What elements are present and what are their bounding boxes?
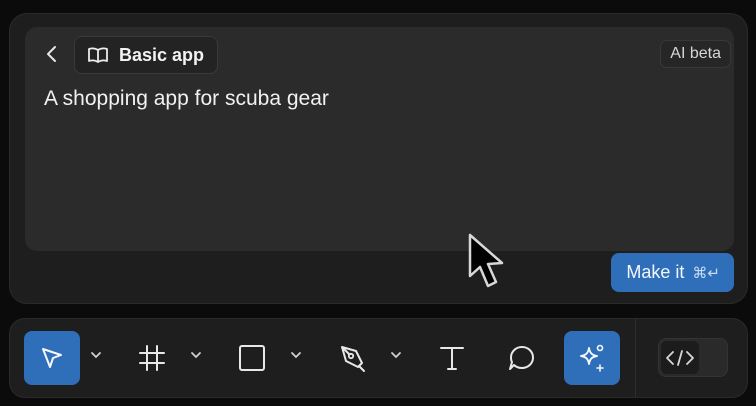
toggle-knob [661, 341, 699, 374]
frame-hash-icon [137, 343, 167, 373]
mode-selector-button[interactable]: Basic app [74, 36, 219, 74]
frame-tool-button[interactable] [124, 331, 180, 385]
chevron-down-icon [390, 351, 402, 359]
mode-label: Basic app [119, 44, 205, 65]
ai-beta-badge: AI beta [660, 40, 731, 68]
rectangle-tool-button[interactable] [224, 331, 280, 385]
frame-tool-dropdown[interactable] [190, 349, 202, 361]
move-tool-dropdown[interactable] [90, 349, 102, 361]
move-tool-button[interactable] [24, 331, 80, 385]
cursor-arrow-icon [38, 344, 66, 372]
sparkle-icon [576, 342, 608, 374]
back-button[interactable] [38, 40, 66, 68]
ai-actions-button[interactable] [564, 331, 620, 385]
chevron-down-icon [190, 351, 202, 359]
chevron-down-icon [90, 351, 102, 359]
ai-prompt-panel: Basic app AI beta A shopping app for scu… [9, 13, 748, 304]
rectangle-tool-dropdown[interactable] [290, 349, 302, 361]
toolbar-divider [635, 319, 636, 397]
mouse-cursor-icon [467, 232, 509, 296]
code-brackets-icon [665, 348, 695, 368]
pen-tool-button[interactable] [325, 331, 381, 385]
dev-mode-toggle[interactable] [658, 338, 728, 377]
prompt-text[interactable]: A shopping app for scuba gear [44, 87, 329, 111]
rectangle-icon [237, 343, 267, 373]
speech-bubble-icon [507, 343, 537, 373]
keyboard-shortcut: ⌘↵ [692, 264, 720, 282]
chevron-down-icon [290, 351, 302, 359]
pen-tool-dropdown[interactable] [390, 349, 402, 361]
pen-nib-icon [337, 342, 369, 374]
text-tool-button[interactable] [424, 331, 480, 385]
book-icon [87, 46, 109, 64]
comment-tool-button[interactable] [494, 331, 550, 385]
bottom-toolbar [9, 318, 748, 398]
chevron-left-icon [45, 44, 59, 64]
make-it-label: Make it [626, 262, 685, 282]
text-t-icon [437, 343, 467, 373]
make-it-button[interactable]: Make it ⌘↵ [611, 253, 734, 292]
